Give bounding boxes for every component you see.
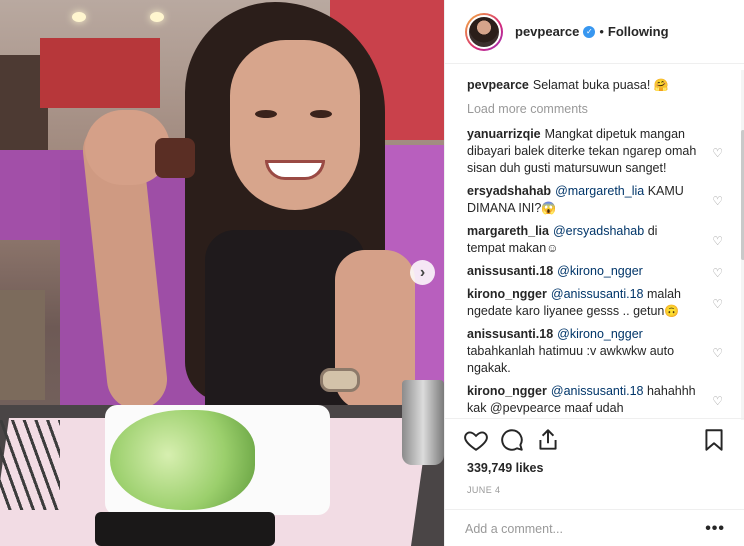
comment-emoji: 🙃 — [664, 304, 680, 318]
person — [55, 0, 415, 430]
comment-like-heart-icon[interactable]: ♡ — [712, 296, 723, 313]
wristwatch — [320, 368, 360, 392]
lettuce — [110, 410, 255, 510]
load-more-comments-button[interactable]: Load more comments — [467, 102, 717, 116]
comment-mention[interactable]: @anissusanti.18 — [551, 384, 644, 398]
chevron-right-icon[interactable]: › — [410, 260, 435, 285]
comment-mention[interactable]: @anissusanti.18 — [551, 287, 644, 301]
comment: margareth_lia @ersyadshahab di tempat mak… — [467, 223, 723, 257]
action-bar: 339,749 likes JUNE 4 Add a comment... ••… — [445, 418, 744, 546]
comment-mention[interactable]: @ersyadshahab — [553, 224, 644, 238]
avatar[interactable] — [465, 12, 503, 51]
avatar-image — [467, 14, 501, 49]
comment-username[interactable]: kirono_ngger — [467, 384, 547, 398]
post-sidebar: pevpearce ✓ • Following pevpearce Selamat… — [444, 0, 744, 546]
comment-username[interactable]: yanuarrizqie — [467, 127, 541, 141]
caption-username[interactable]: pevpearce — [467, 78, 529, 92]
comment: ersyadshahab @margareth_lia KAMU DIMANA I… — [467, 183, 723, 217]
following-button[interactable]: Following — [608, 24, 669, 39]
comment-like-heart-icon[interactable]: ♡ — [712, 265, 723, 282]
comment-mention[interactable]: @kirono_ngger — [557, 327, 643, 341]
action-icons — [463, 427, 727, 457]
more-options-icon[interactable]: ••• — [705, 520, 725, 538]
comment-username[interactable]: anissusanti.18 — [467, 327, 553, 341]
comment-thread: yanuarrizqie Mangkat dipetuk mangan dibay… — [467, 126, 723, 417]
comment: yanuarrizqie Mangkat dipetuk mangan dibay… — [467, 126, 723, 177]
comment-emoji: 😱 — [541, 201, 557, 215]
eye — [310, 110, 332, 118]
add-comment-input[interactable]: Add a comment... — [465, 522, 705, 536]
caption: pevpearce Selamat buka puasa! 🤗 — [467, 77, 717, 94]
comment-mention[interactable]: @kirono_ngger — [557, 264, 643, 278]
author-username[interactable]: pevpearce — [515, 24, 579, 39]
verified-badge-icon: ✓ — [583, 25, 596, 38]
comments-list[interactable]: pevpearce Selamat buka puasa! 🤗 Load more… — [445, 65, 737, 418]
sauce-dish — [95, 512, 275, 546]
face — [230, 40, 360, 210]
comment-like-heart-icon[interactable]: ♡ — [712, 193, 723, 210]
post-photo[interactable]: › — [0, 0, 444, 546]
comment-like-heart-icon[interactable]: ♡ — [712, 393, 723, 410]
comment-username[interactable]: anissusanti.18 — [467, 264, 553, 278]
hugging-face-icon: 🤗 — [653, 78, 669, 92]
comment-emoji: ☺ — [546, 241, 559, 255]
comment-like-heart-icon[interactable]: ♡ — [712, 345, 723, 362]
comment-username[interactable]: kirono_ngger — [467, 287, 547, 301]
comment-username[interactable]: ersyadshahab — [467, 184, 551, 198]
share-icon[interactable] — [535, 427, 561, 453]
comment: kirono_ngger @anissusanti.18 malah ngedat… — [467, 286, 723, 320]
chair — [0, 290, 45, 400]
comment: kirono_ngger @anissusanti.18 hahahhh kak … — [467, 383, 723, 417]
chopsticks — [0, 420, 60, 510]
comment: anissusanti.18 @kirono_ngger tabahkanlah … — [467, 326, 723, 377]
heart-icon[interactable] — [463, 427, 489, 453]
comment: anissusanti.18 @kirono_ngger ♡ — [467, 263, 723, 280]
metal-cup — [402, 380, 444, 465]
comment-mention[interactable]: @margareth_lia — [555, 184, 644, 198]
post-header: pevpearce ✓ • Following — [445, 0, 744, 64]
bookmark-icon[interactable] — [701, 427, 727, 453]
post-date[interactable]: JUNE 4 — [467, 485, 500, 495]
likes-count[interactable]: 339,749 likes — [467, 461, 543, 475]
comment-icon[interactable] — [499, 427, 525, 453]
eye — [255, 110, 277, 118]
caption-text: Selamat buka puasa! — [532, 78, 651, 92]
comment-username[interactable]: margareth_lia — [467, 224, 549, 238]
add-comment-bar: Add a comment... ••• — [445, 509, 744, 546]
comment-like-heart-icon[interactable]: ♡ — [712, 145, 723, 162]
comment-text: tabahkanlah hatimuu :v awkwkw auto ngaka… — [467, 344, 675, 375]
grilled-meat — [155, 138, 195, 178]
separator: • — [599, 24, 604, 39]
comment-like-heart-icon[interactable]: ♡ — [712, 233, 723, 250]
